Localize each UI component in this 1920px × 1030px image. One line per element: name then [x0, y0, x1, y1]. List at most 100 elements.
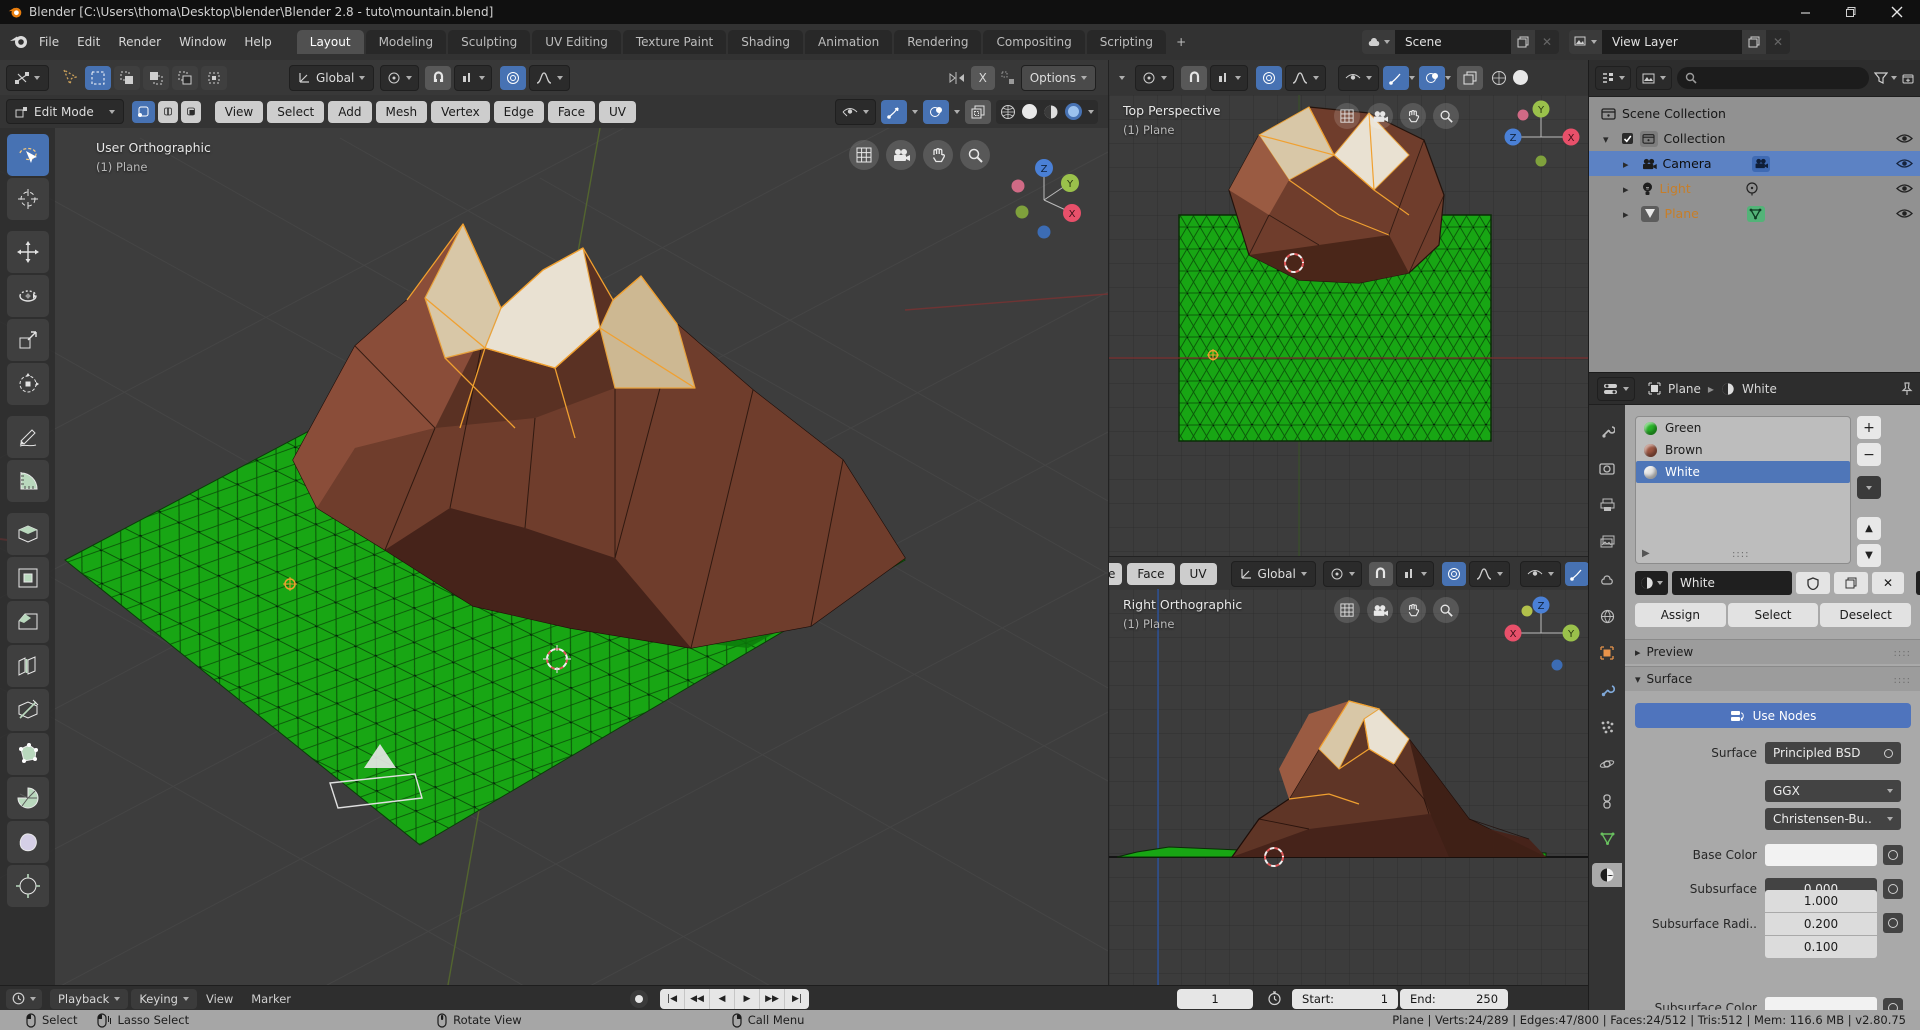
mirror-x-toggle[interactable]: X — [971, 66, 995, 90]
tool-measure[interactable] — [7, 460, 49, 502]
tool-move[interactable] — [7, 231, 49, 273]
distribution-dropdown[interactable]: GGX — [1765, 780, 1901, 802]
timeline-view-menu[interactable]: View — [197, 992, 242, 1006]
expand-icon[interactable] — [1623, 181, 1635, 196]
radius-x-field[interactable]: 1.000 — [1765, 890, 1877, 912]
select-mode-intersect-button[interactable] — [201, 66, 227, 90]
view-layer-new-button[interactable] — [1742, 30, 1766, 54]
subsurface-color-swatch[interactable] — [1765, 997, 1877, 1011]
menu-help[interactable]: Help — [235, 31, 280, 53]
scene-delete-button[interactable]: ✕ — [1535, 30, 1559, 54]
tool-scale[interactable] — [7, 319, 49, 361]
top-solid-shading-button[interactable] — [1513, 70, 1528, 85]
tool-transform[interactable] — [7, 363, 49, 405]
top-camera-button[interactable] — [1367, 103, 1393, 129]
tab-layout[interactable]: Layout — [297, 30, 364, 54]
view-layer-delete-button[interactable]: ✕ — [1766, 30, 1790, 54]
show-overlays-toggle[interactable] — [923, 100, 949, 124]
right-gizmo-toggle[interactable] — [1565, 562, 1589, 586]
menu-face[interactable]: Face — [548, 101, 595, 123]
playback-menu[interactable]: Playback — [50, 989, 128, 1009]
unlink-material-button[interactable]: ✕ — [1872, 572, 1904, 594]
jump-to-start-button[interactable]: |◀ — [660, 989, 685, 1009]
base-color-animate-button[interactable] — [1883, 845, 1903, 865]
top-pan-button[interactable] — [1400, 103, 1426, 129]
remove-slot-button[interactable]: − — [1857, 443, 1881, 466]
radius-animate-button[interactable] — [1883, 913, 1903, 933]
xray-toggle-button[interactable] — [965, 100, 991, 124]
right-orientation-dropdown[interactable]: Global — [1231, 561, 1316, 587]
menu-vertex[interactable]: Vertex — [431, 101, 490, 123]
properties-display-dropdown[interactable] — [1597, 377, 1635, 401]
top-xray-toggle[interactable] — [1457, 66, 1483, 90]
outliner-row-collection[interactable]: Collection — [1589, 126, 1920, 151]
outliner-row-camera[interactable]: Camera — [1589, 151, 1920, 176]
tool-knife[interactable] — [7, 689, 49, 731]
tab-animation[interactable]: Animation — [805, 30, 892, 54]
camera-data-icon[interactable] — [1752, 156, 1770, 172]
face-select-mode-button[interactable] — [181, 101, 201, 123]
pivot-point-dropdown[interactable] — [380, 65, 419, 91]
slot-green[interactable]: Green — [1636, 417, 1850, 439]
menu-mesh[interactable]: Mesh — [376, 101, 428, 123]
snap-settings-dropdown[interactable] — [454, 65, 492, 91]
navigation-gizmo[interactable]: Z Y X — [1000, 154, 1088, 246]
current-frame-field[interactable]: 1 — [1177, 989, 1253, 1009]
menu-uv[interactable]: UV — [599, 101, 636, 123]
link-mode-dropdown[interactable] — [1916, 571, 1920, 595]
surface-panel-header[interactable]: Surface — [1625, 666, 1920, 691]
subsurface-animate-button[interactable] — [1883, 879, 1903, 899]
jump-to-end-button[interactable]: ▶| — [785, 989, 809, 1009]
right-camera-button[interactable] — [1367, 597, 1393, 623]
hide-eye-icon[interactable] — [1896, 183, 1913, 194]
play-reverse-button[interactable]: ◀ — [710, 989, 735, 1009]
timeline-marker-menu[interactable]: Marker — [242, 992, 300, 1006]
rendered-shading-button[interactable] — [1065, 103, 1082, 120]
transform-orientation-dropdown[interactable]: Global — [289, 65, 374, 91]
right-visibility-dropdown[interactable] — [1520, 561, 1561, 587]
menu-add[interactable]: Add — [328, 101, 371, 123]
tool-rotate[interactable] — [7, 275, 49, 317]
tab-sculpting[interactable]: Sculpting — [448, 30, 530, 54]
menu-edge[interactable]: Edge — [494, 101, 544, 123]
top-pivot-dropdown[interactable] — [1135, 65, 1174, 91]
right-snap-settings-dropdown[interactable] — [1396, 561, 1434, 587]
outliner-row-scene-collection[interactable]: Scene Collection — [1589, 101, 1920, 126]
minimize-button[interactable] — [1782, 0, 1828, 24]
right-pivot-dropdown[interactable] — [1323, 561, 1362, 587]
top-falloff-dropdown[interactable] — [1285, 65, 1326, 91]
right-orthographic-toggle[interactable] — [1334, 597, 1360, 623]
top-wireframe-shading-button[interactable] — [1491, 70, 1507, 86]
top-snap-settings-dropdown[interactable] — [1210, 65, 1248, 91]
menu-file[interactable]: File — [30, 31, 68, 53]
snap-toggle-button[interactable] — [425, 66, 451, 90]
object-visibility-dropdown[interactable] — [835, 99, 876, 125]
tab-rendering[interactable]: Rendering — [894, 30, 981, 54]
tool-inset-faces[interactable] — [7, 557, 49, 599]
list-resize-grip[interactable] — [1732, 546, 1749, 560]
move-slot-down-button[interactable]: ▼ — [1857, 544, 1881, 567]
top-visibility-dropdown[interactable] — [1338, 65, 1379, 91]
outliner-display-mode-dropdown[interactable] — [1595, 66, 1631, 90]
tool-tweak-select[interactable] — [7, 134, 49, 176]
fake-user-button[interactable] — [1796, 572, 1830, 594]
right-falloff-dropdown[interactable] — [1469, 561, 1510, 587]
select-mode-invert-button[interactable] — [172, 66, 198, 90]
add-workspace-button[interactable]: + — [1168, 30, 1194, 54]
mode-dropdown[interactable]: Edit Mode — [6, 99, 124, 124]
right-zoom-button[interactable] — [1433, 597, 1459, 623]
show-gizmo-toggle[interactable] — [881, 100, 907, 124]
expand-icon[interactable] — [1623, 206, 1635, 221]
tool-loop-cut[interactable] — [7, 645, 49, 687]
close-button[interactable] — [1874, 0, 1920, 24]
scene-browse-button[interactable] — [1362, 30, 1395, 54]
tab-world[interactable] — [1592, 604, 1622, 628]
select-mode-new-button[interactable] — [85, 66, 111, 90]
tool-spin[interactable] — [7, 777, 49, 819]
tab-object-data[interactable] — [1592, 826, 1622, 850]
breadcrumb-material[interactable]: White — [1742, 382, 1777, 396]
top-snap-toggle[interactable] — [1181, 66, 1207, 90]
pan-view-button[interactable] — [923, 140, 953, 170]
use-nodes-button[interactable]: Use Nodes — [1635, 703, 1911, 728]
hide-eye-icon[interactable] — [1896, 158, 1913, 169]
